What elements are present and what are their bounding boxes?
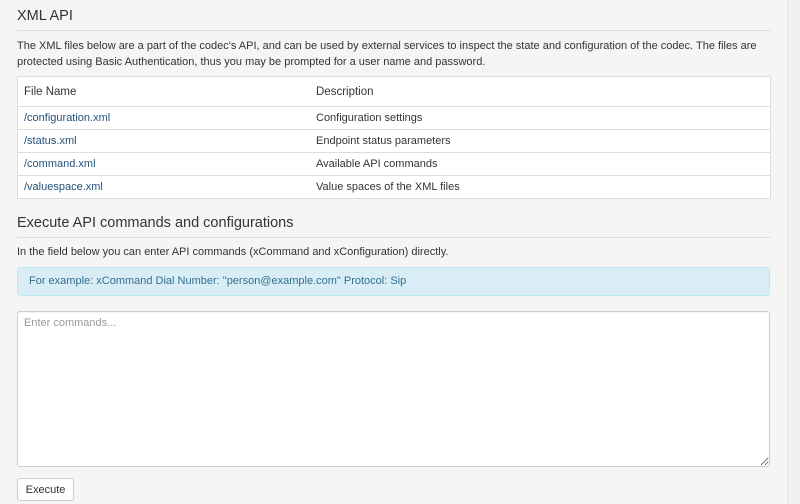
- valuespace-xml-link[interactable]: /valuespace.xml: [24, 181, 103, 193]
- description-cell: Endpoint status parameters: [310, 129, 771, 153]
- status-xml-link[interactable]: /status.xml: [24, 135, 77, 147]
- xml-api-intro: The XML files below are a part of the co…: [17, 40, 757, 68]
- file-cell: /valuespace.xml: [17, 175, 310, 199]
- configuration-xml-link[interactable]: /configuration.xml: [24, 112, 110, 124]
- commands-textarea[interactable]: [17, 311, 770, 467]
- execute-button[interactable]: Execute: [17, 478, 74, 501]
- table-row: /valuespace.xml Value spaces of the XML …: [17, 175, 771, 199]
- file-cell: /command.xml: [17, 152, 310, 176]
- table-row: /status.xml Endpoint status parameters: [17, 129, 771, 153]
- title-divider: [17, 30, 770, 31]
- xml-api-title: XML API: [17, 8, 73, 24]
- file-cell: /status.xml: [17, 129, 310, 153]
- execute-title-divider: [17, 237, 770, 238]
- table-row: /command.xml Available API commands: [17, 152, 771, 176]
- table-row: /configuration.xml Configuration setting…: [17, 106, 771, 130]
- xml-files-table: File Name Description /configuration.xml…: [17, 76, 771, 199]
- xml-api-panel: XML API The XML files below are a part o…: [0, 0, 788, 504]
- file-cell: /configuration.xml: [17, 106, 310, 130]
- page-scrollbar[interactable]: [788, 0, 800, 504]
- description-cell: Available API commands: [310, 152, 771, 176]
- example-info-box: For example: xCommand Dial Number: "pers…: [17, 267, 770, 296]
- execute-intro: In the field below you can enter API com…: [17, 246, 449, 258]
- column-header-file-name: File Name: [17, 76, 310, 107]
- column-header-description: Description: [310, 76, 771, 107]
- description-cell: Value spaces of the XML files: [310, 175, 771, 199]
- example-text: For example: xCommand Dial Number: "pers…: [29, 275, 407, 287]
- execute-section-title: Execute API commands and configurations: [17, 215, 294, 231]
- description-cell: Configuration settings: [310, 106, 771, 130]
- command-xml-link[interactable]: /command.xml: [24, 158, 96, 170]
- table-header-row: File Name Description: [17, 76, 771, 107]
